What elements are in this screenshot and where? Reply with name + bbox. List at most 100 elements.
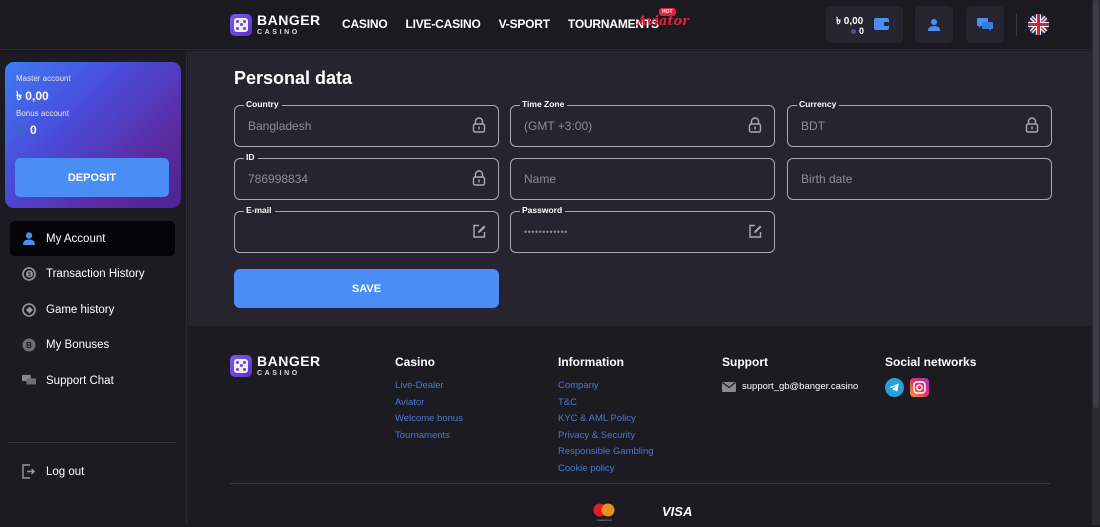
field-label: Time Zone <box>520 99 568 110</box>
sidebar-item-label: My Bonuses <box>46 339 110 351</box>
sidebar-item-game-history[interactable]: Game history <box>10 292 175 327</box>
chat-icon <box>977 18 993 31</box>
email-field[interactable]: E-mail <box>234 205 499 253</box>
dice-logo-icon <box>230 354 252 377</box>
visa-logo: VISA <box>662 504 693 519</box>
field-label: E-mail <box>244 205 275 216</box>
sidebar-item-my-account[interactable]: My Account <box>10 221 175 256</box>
footer-link-privacy[interactable]: Privacy & Security <box>558 428 654 445</box>
mastercard-logo: mastercard <box>591 502 617 527</box>
id-field[interactable]: ID 786998834 <box>234 152 499 200</box>
nav-live-casino[interactable]: LIVE-CASINO <box>405 17 480 31</box>
country-field[interactable]: Country Bangladesh <box>234 99 499 147</box>
mail-icon <box>722 381 736 392</box>
footer-link-aviator[interactable]: Aviator <box>395 395 463 412</box>
sidebar-item-support-chat[interactable]: Support Chat <box>10 363 175 398</box>
header-divider <box>1016 14 1017 36</box>
sidebar-item-label: My Account <box>46 232 106 245</box>
footer-link-tournaments[interactable]: Tournaments <box>395 428 463 445</box>
footer-link-welcome-bonus[interactable]: Welcome bonus <box>395 411 463 428</box>
bonus-b-icon: B <box>22 338 36 352</box>
field-placeholder: Name <box>524 172 557 186</box>
coin-history-icon: $ <box>22 267 36 281</box>
wallet-button[interactable]: ৳ 0,00 0 <box>826 6 903 43</box>
sidebar-item-transaction-history[interactable]: $ Transaction History <box>10 257 175 292</box>
master-account-value: ৳ 0,00 <box>16 89 49 103</box>
nav-casino[interactable]: CASINO <box>342 17 388 31</box>
support-email-link[interactable]: support_gb@banger.casino <box>722 381 858 392</box>
svg-text:mastercard: mastercard <box>596 518 611 522</box>
logo-sub: CASINO <box>257 370 300 377</box>
lock-icon <box>472 170 486 186</box>
footer-divider <box>230 483 1050 484</box>
field-value: (GMT +3:00) <box>524 119 593 133</box>
profile-button[interactable] <box>915 6 953 43</box>
field-placeholder: Birth date <box>801 172 853 186</box>
logo-brand: BANGER <box>257 353 321 369</box>
field-label: Country <box>244 99 282 110</box>
game-history-icon <box>22 302 36 317</box>
logo-brand: BANGER <box>257 12 321 28</box>
timezone-field[interactable]: Time Zone (GMT +3:00) <box>510 99 775 147</box>
footer-social-column: Social networks <box>885 355 976 397</box>
currency-field[interactable]: Currency BDT <box>787 99 1052 147</box>
footer-link-kyc-aml[interactable]: KYC & AML Policy <box>558 411 654 428</box>
field-value: •••••••••••• <box>524 227 568 237</box>
field-label: ID <box>244 152 258 163</box>
hot-badge: HOT <box>659 8 676 16</box>
password-field[interactable]: Password •••••••••••• <box>510 205 775 253</box>
footer-support-column: Support support_gb@banger.casino <box>722 355 858 392</box>
bonus-account-value: 0 <box>16 123 37 137</box>
uk-flag-icon[interactable] <box>1028 14 1049 35</box>
footer-column-title: Casino <box>395 355 436 369</box>
footer-logo[interactable]: BANGER CASINO <box>230 354 321 377</box>
bonus-coin-icon <box>851 29 856 35</box>
logo-sub: CASINO <box>257 29 300 36</box>
chat-icon <box>22 374 36 388</box>
field-value: 786998834 <box>248 172 309 186</box>
footer-link-live-dealer[interactable]: Live-Dealer <box>395 378 463 395</box>
page-scrollbar[interactable] <box>1092 0 1100 525</box>
footer-link-tc[interactable]: T&C <box>558 395 654 412</box>
wallet-icon <box>874 18 889 30</box>
birth-date-input[interactable]: Birth date <box>787 158 1052 200</box>
account-menu: My Account $ Transaction History Game hi… <box>10 221 175 399</box>
field-value: BDT <box>801 119 825 133</box>
instagram-icon[interactable] <box>910 378 929 397</box>
dice-logo-icon <box>230 13 252 36</box>
bonus-coin-icon <box>16 126 25 136</box>
footer-column-title: Social networks <box>885 355 977 369</box>
edit-icon[interactable] <box>472 223 486 239</box>
top-bar: BANGER CASINO CASINO LIVE-CASINO V-SPORT… <box>0 0 1092 50</box>
lock-icon <box>748 117 762 133</box>
chat-button[interactable] <box>966 6 1004 43</box>
footer-link-responsible-gambling[interactable]: Responsible Gambling <box>558 444 654 461</box>
field-label: Currency <box>797 99 840 110</box>
bonus-account-label: Bonus account <box>16 109 69 118</box>
master-account-label: Master account <box>16 74 71 83</box>
sidebar-item-my-bonuses[interactable]: B My Bonuses <box>10 328 175 363</box>
page-title: Personal data <box>234 68 353 88</box>
scrollbar-thumb[interactable] <box>1093 0 1099 408</box>
edit-icon[interactable] <box>748 223 762 239</box>
user-icon <box>928 18 940 31</box>
logout-icon <box>22 464 35 479</box>
footer-column-title: Information <box>558 355 624 369</box>
footer-link-cookie-policy[interactable]: Cookie policy <box>558 461 654 478</box>
svg-text:B: B <box>26 341 32 350</box>
field-label: Password <box>520 205 566 216</box>
header-logo[interactable]: BANGER CASINO <box>230 13 321 36</box>
deposit-button[interactable]: DEPOSIT <box>15 158 169 197</box>
telegram-icon[interactable] <box>885 378 904 397</box>
sidebar: Master account ৳ 0,00 Bonus account 0 DE… <box>0 51 187 525</box>
sidebar-item-label: Support Chat <box>46 374 114 387</box>
footer-link-company[interactable]: Company <box>558 378 654 395</box>
sidebar-item-label: Game history <box>46 303 115 316</box>
nav-aviator[interactable]: Aviator <box>637 14 689 29</box>
save-button[interactable]: SAVE <box>234 269 499 308</box>
logout-button[interactable]: Log out <box>22 464 84 479</box>
name-input[interactable]: Name <box>510 158 775 200</box>
lock-icon <box>1025 117 1039 133</box>
sidebar-divider <box>8 442 176 443</box>
nav-v-sport[interactable]: V-SPORT <box>499 17 550 31</box>
